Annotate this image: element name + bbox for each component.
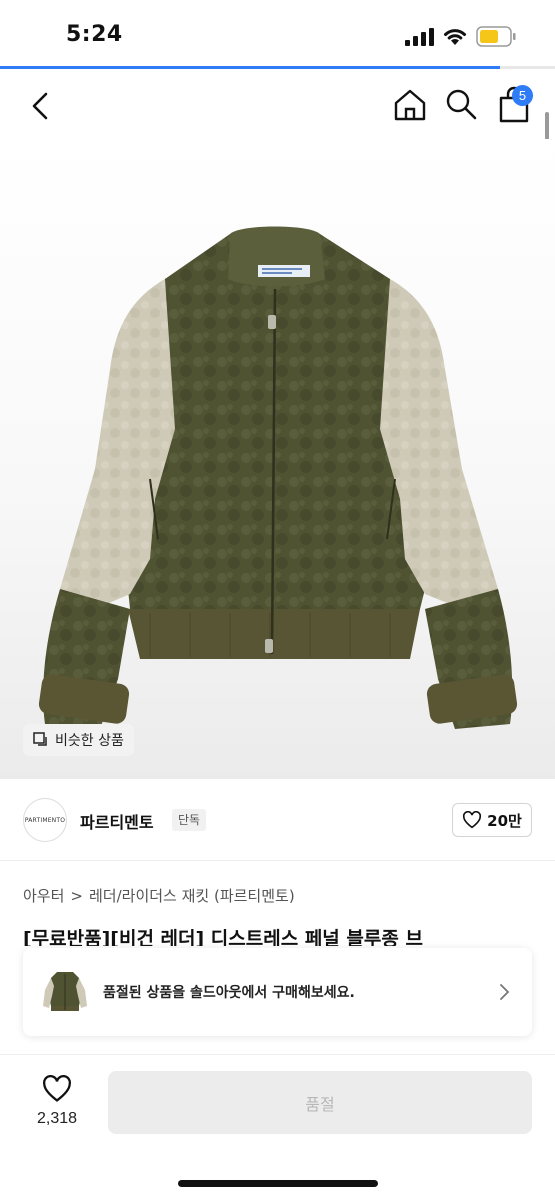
product-title: [무료반품][비건 레더] 디스트레스 페널 블루종 브: [23, 928, 423, 946]
similar-products-button[interactable]: 비슷한 상품: [23, 724, 134, 756]
product-thumbnail: [43, 972, 87, 1011]
cart-count-badge: 5: [512, 85, 533, 106]
brand-like-count: 20만: [487, 811, 522, 830]
bottom-bar-divider: [0, 1054, 555, 1055]
product-image[interactable]: [0, 139, 555, 779]
wifi-icon: [444, 29, 466, 45]
similar-items-icon: [33, 732, 47, 746]
brand-logo-text: PARTIMENTO: [24, 816, 66, 824]
status-time: 5:24: [66, 22, 123, 47]
soldout-banner-text: 품절된 상품을 솔드아웃에서 구매해보세요.: [103, 985, 355, 1001]
home-icon[interactable]: [392, 87, 428, 123]
section-divider: [0, 860, 555, 861]
search-icon[interactable]: [444, 87, 478, 121]
breadcrumb-category[interactable]: 아우터: [23, 885, 64, 906]
top-navigation: [0, 69, 555, 139]
soldout-banner[interactable]: 품절된 상품을 솔드아웃에서 구매해보세요.: [23, 948, 532, 1036]
breadcrumb-separator: >: [70, 886, 83, 905]
exclusive-badge: 단독: [172, 809, 207, 831]
similar-products-label: 비슷한 상품: [55, 733, 124, 749]
breadcrumb-subcategory[interactable]: 레더/라이더스 재킷 (파르티멘토): [89, 885, 295, 906]
chevron-right-icon: [500, 984, 510, 1000]
product-like-count: 2,318: [36, 1110, 78, 1127]
seller-row: PARTIMENTO 파르티멘토 단독 20만: [0, 779, 555, 861]
heart-icon: [463, 811, 482, 829]
soldout-button[interactable]: 품절: [108, 1071, 532, 1134]
soldout-button-label: 품절: [305, 1094, 335, 1114]
heart-icon: [43, 1075, 71, 1102]
cellular-signal-icon: [405, 28, 434, 46]
jacket-illustration: [38, 226, 518, 729]
brand-name[interactable]: 파르티멘토: [80, 809, 154, 833]
brand-like-button[interactable]: 20만: [452, 803, 532, 837]
back-icon[interactable]: [26, 89, 56, 123]
battery-icon: [476, 26, 516, 47]
product-like-button[interactable]: 2,318: [23, 1072, 91, 1136]
breadcrumb: 아우터 > 레더/라이더스 재킷 (파르티멘토): [23, 885, 295, 906]
brand-logo[interactable]: PARTIMENTO: [23, 798, 67, 842]
home-indicator: [178, 1180, 378, 1187]
status-bar: 5:24: [0, 0, 555, 68]
